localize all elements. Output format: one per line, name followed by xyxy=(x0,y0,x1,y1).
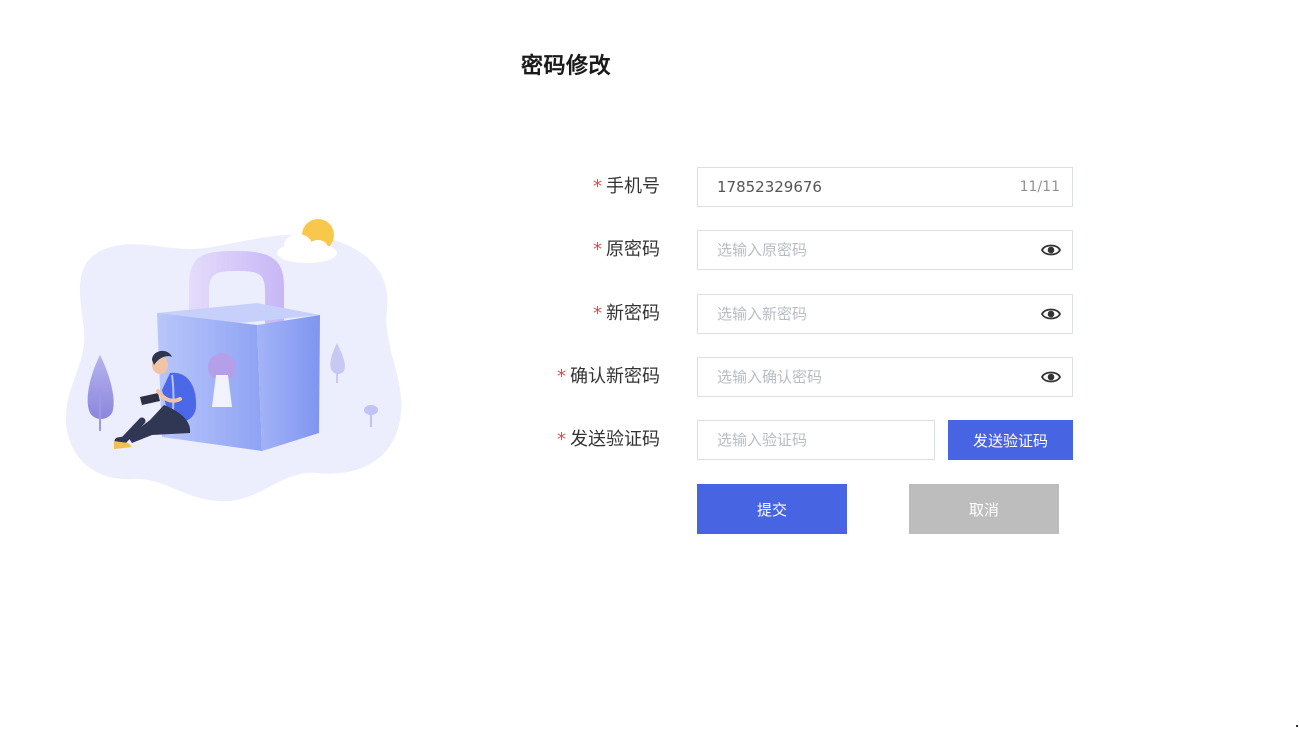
old-password-input[interactable] xyxy=(698,231,1072,269)
old-password-row: * 原密码 xyxy=(500,230,1100,270)
phone-field: 11/11 xyxy=(697,167,1073,207)
new-password-label: * 新密码 xyxy=(593,294,660,334)
cancel-button[interactable]: 取消 xyxy=(909,484,1059,534)
phone-input[interactable] xyxy=(698,168,1072,206)
required-mark: * xyxy=(593,176,602,197)
verify-code-row: *发送验证码 发送验证码 xyxy=(500,420,1100,460)
confirm-password-label: * 确认新密码 xyxy=(557,357,660,397)
password-change-page: 密码修改 * 手机号 17852329676 11/11 * 原密码 * 新密码… xyxy=(0,0,1299,729)
phone-row: *手机号 11/11 xyxy=(500,167,1100,207)
new-password-row: * 新密码 xyxy=(500,294,1100,334)
phone-label-text: 手机号 xyxy=(606,176,660,197)
phone-char-counter: 11/11 xyxy=(1019,179,1060,195)
eye-icon[interactable] xyxy=(1041,369,1061,385)
confirm-password-field xyxy=(697,357,1073,397)
confirm-password-input[interactable] xyxy=(698,358,1072,396)
verify-code-field xyxy=(697,420,935,460)
old-password-field xyxy=(697,230,1073,270)
phone-label: * 手机号 xyxy=(593,167,660,207)
verify-code-label: * 发送验证码 xyxy=(557,420,660,460)
old-password-label-text: 原密码 xyxy=(606,239,660,260)
corner-dot xyxy=(1296,725,1298,727)
old-password-label: * 原密码 xyxy=(593,230,660,270)
required-mark: * xyxy=(593,239,602,260)
new-password-field xyxy=(697,294,1073,334)
eye-icon[interactable] xyxy=(1041,242,1061,258)
send-code-button[interactable]: 发送验证码 xyxy=(948,420,1073,460)
page-title: 密码修改 xyxy=(521,54,612,79)
required-mark: * xyxy=(557,429,566,450)
confirm-password-label-text: 确认新密码 xyxy=(570,366,660,387)
new-password-label-text: 新密码 xyxy=(606,303,660,324)
verify-code-label-text: 发送验证码 xyxy=(570,429,660,450)
new-password-input[interactable] xyxy=(698,295,1072,333)
submit-button[interactable]: 提交 xyxy=(697,484,847,534)
confirm-password-row: * 确认新密码 xyxy=(500,357,1100,397)
required-mark: * xyxy=(557,366,566,387)
eye-icon[interactable] xyxy=(1041,306,1061,322)
required-mark: * xyxy=(593,303,602,324)
lock-illustration xyxy=(65,219,402,502)
verify-code-input[interactable] xyxy=(698,421,934,459)
